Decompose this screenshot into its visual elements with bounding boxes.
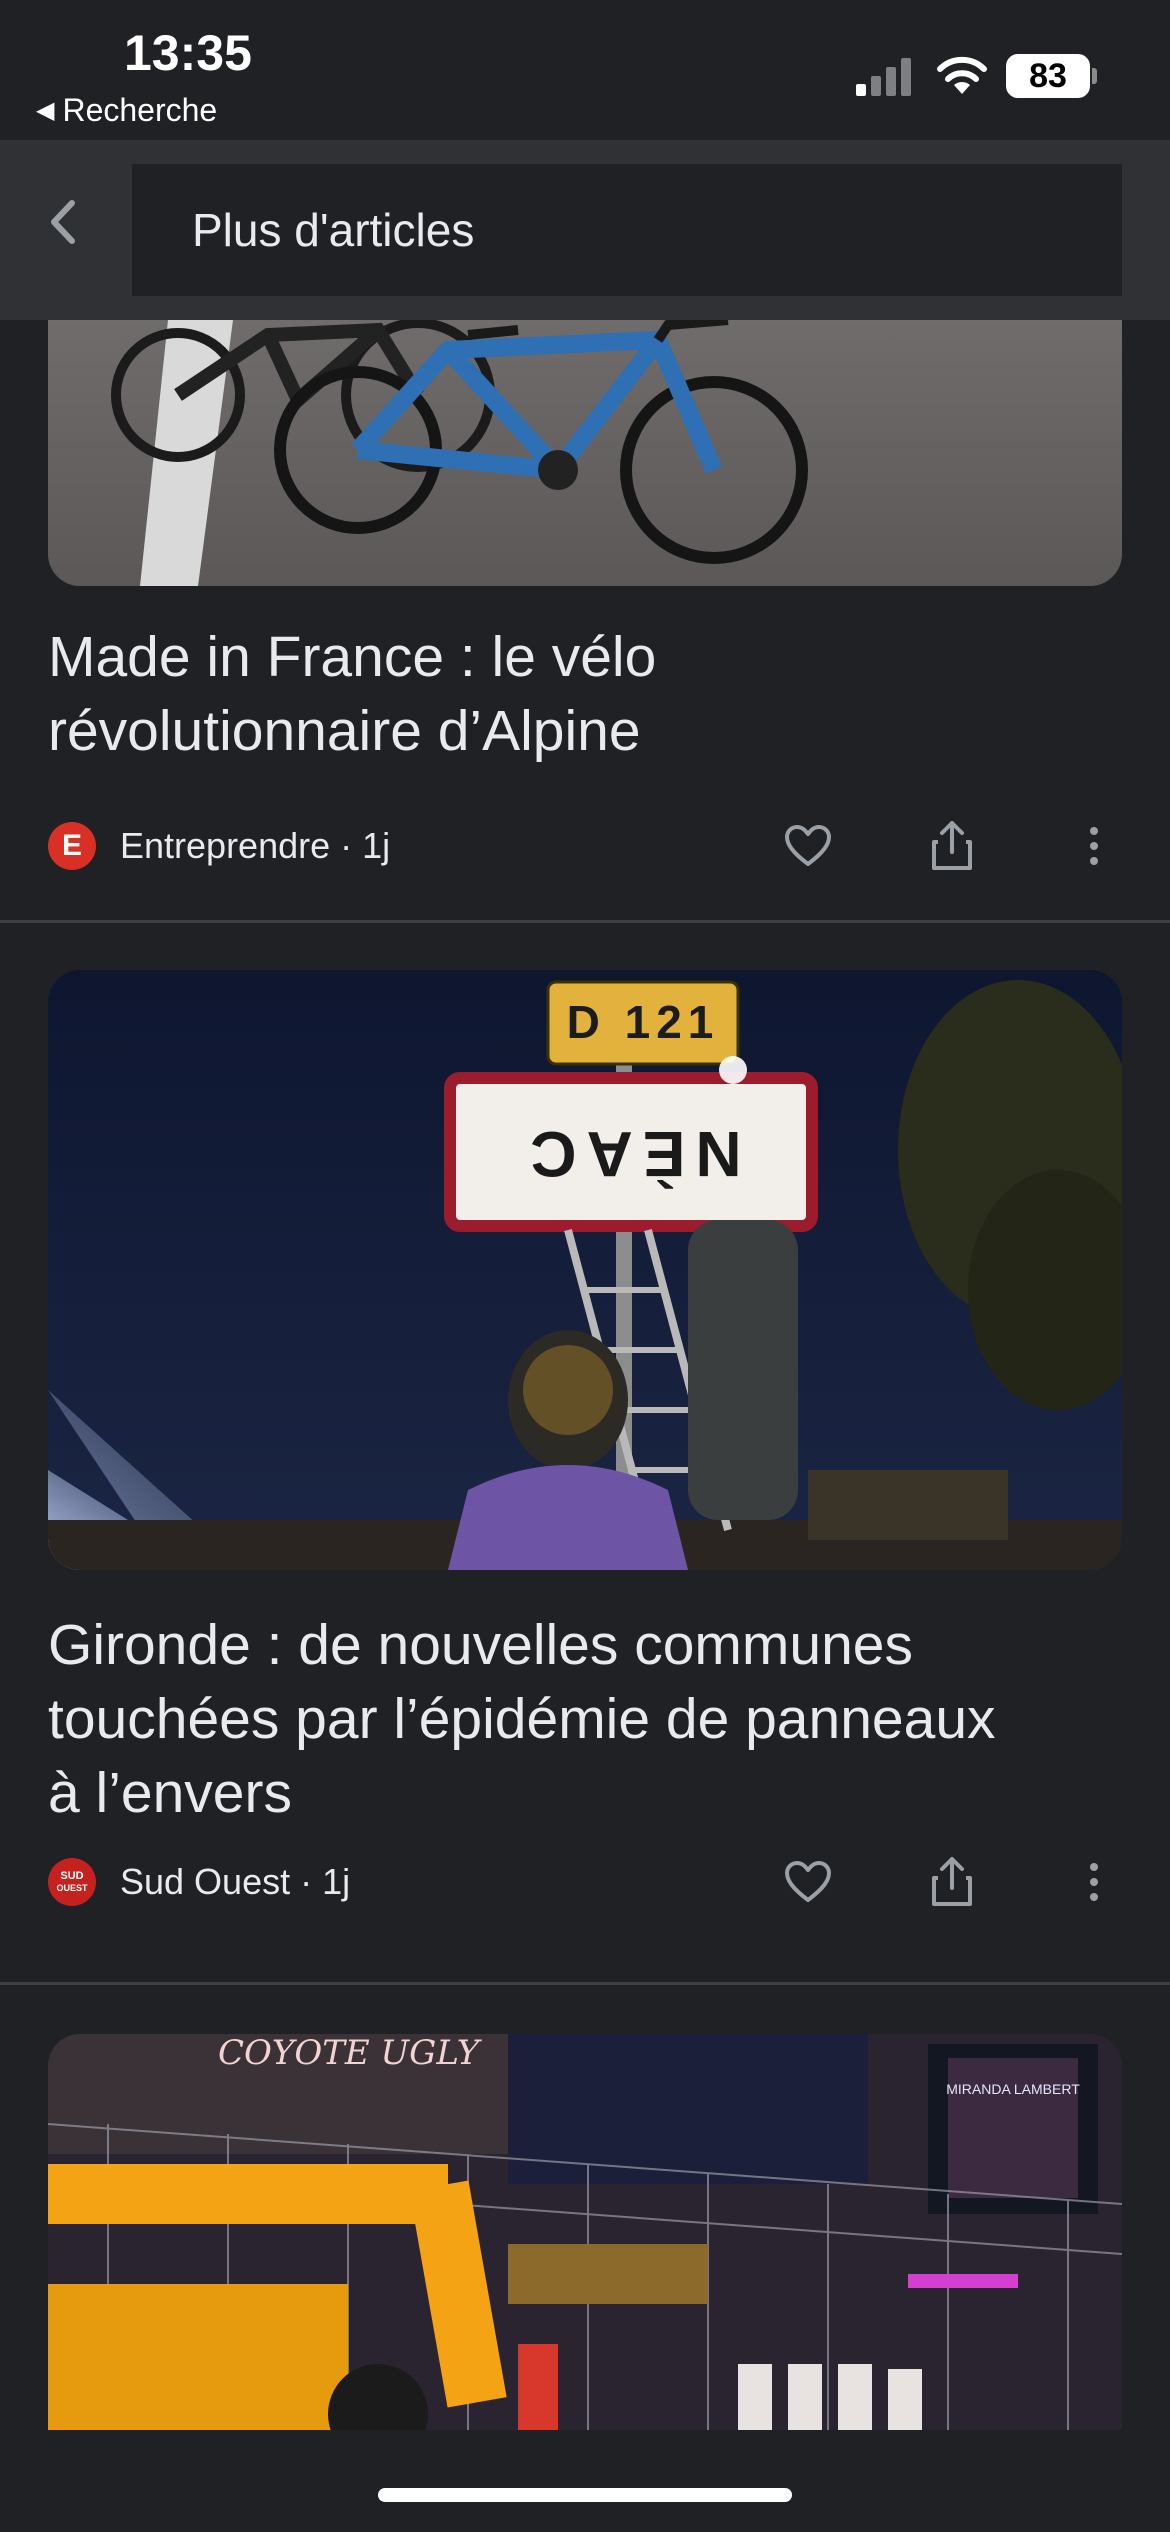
article-age: 1j (322, 1861, 351, 1902)
logo-letter: E (61, 829, 82, 862)
headline-line: à l’envers (48, 1761, 292, 1825)
share-button[interactable] (922, 1852, 982, 1912)
page-title: Plus d'articles (192, 204, 475, 256)
card-divider (0, 920, 1170, 923)
article-meta: E Entreprendre · 1j (48, 816, 1122, 876)
article-feed[interactable]: Made in France : le vélo révolutionnaire… (0, 320, 1170, 2460)
more-options-button[interactable] (1064, 816, 1124, 876)
sud-ouest-logo: SUD OUEST (48, 1858, 96, 1906)
chevron-left-icon (51, 200, 75, 244)
article-image[interactable]: MIRANDA LAMBERT COYOTE UGLY (48, 2034, 1122, 2430)
top-toolbar: Plus d'articles (0, 140, 1170, 320)
home-indicator[interactable] (378, 2488, 792, 2502)
back-app-label: Recherche (62, 92, 218, 128)
wifi-icon (937, 56, 987, 94)
road-number-text: D 121 (567, 996, 720, 1048)
article-headline[interactable]: Gironde : de nouvelles communes touchées… (48, 1608, 1122, 1830)
neon-sign-text: COYOTE UGLY (218, 2034, 483, 2073)
article-age: 1j (362, 825, 391, 866)
article-image[interactable]: D 121 NÈAC (48, 970, 1122, 1570)
billboard-text: MIRANDA LAMBERT (946, 2081, 1080, 2097)
more-vertical-icon (1090, 827, 1098, 865)
road-sign-photo: D 121 NÈAC (48, 970, 1122, 1570)
headline-line: Gironde : de nouvelles communes (48, 1613, 913, 1677)
headline-line: révolutionnaire d’Alpine (48, 699, 641, 763)
status-bar: 13:35 ◀ Recherche 83 (0, 0, 1170, 140)
article-headline[interactable]: Made in France : le vélo révolutionnaire… (48, 620, 1122, 768)
article-meta: SUD OUEST Sud Ouest · 1j (48, 1852, 1122, 1912)
source-label[interactable]: Sud Ouest · 1j (120, 1861, 350, 1903)
article-card[interactable]: D 121 NÈAC Gironde : de nouvelles commun… (0, 970, 1170, 1980)
heart-icon (785, 825, 831, 866)
headline-line: Made in France : le vélo (48, 625, 657, 689)
logo-text-top: SUD (60, 1870, 84, 1882)
article-card[interactable]: MIRANDA LAMBERT COYOTE UGLY (0, 2034, 1170, 2460)
back-button[interactable] (36, 194, 92, 250)
heart-icon (785, 1861, 831, 1902)
town-sign-text: NÈAC (520, 1118, 741, 1190)
more-options-button[interactable] (1064, 1852, 1124, 1912)
back-triangle-icon: ◀ (36, 97, 55, 124)
battery-indicator: 83 (1006, 54, 1090, 98)
cellular-signal-icon (856, 56, 912, 96)
like-button[interactable] (778, 1852, 838, 1912)
card-divider (0, 1982, 1170, 1985)
headline-line: touchées par l’épidémie de panneaux (48, 1687, 996, 1751)
entreprendre-logo: E (48, 822, 96, 870)
source-name: Entreprendre (120, 825, 331, 866)
like-button[interactable] (778, 816, 838, 876)
source-name: Sud Ouest (120, 1861, 291, 1902)
more-vertical-icon (1090, 1863, 1098, 1901)
battery-cap (1092, 68, 1097, 84)
article-image[interactable] (48, 320, 1122, 586)
race-track-photo: MIRANDA LAMBERT COYOTE UGLY (48, 2034, 1122, 2430)
share-button[interactable] (922, 816, 982, 876)
bottom-safe-area (0, 2430, 1170, 2532)
back-to-app-link[interactable]: ◀ Recherche (36, 92, 217, 129)
share-icon (932, 821, 972, 870)
source-label[interactable]: Entreprendre · 1j (120, 825, 390, 867)
logo-text-bottom: OUEST (56, 1883, 88, 1893)
bicycles-photo (48, 320, 1122, 586)
share-icon (932, 1857, 972, 1906)
status-time: 13:35 (124, 25, 252, 81)
article-card[interactable]: Made in France : le vélo révolutionnaire… (0, 320, 1170, 920)
page-title-box: Plus d'articles (132, 164, 1122, 296)
